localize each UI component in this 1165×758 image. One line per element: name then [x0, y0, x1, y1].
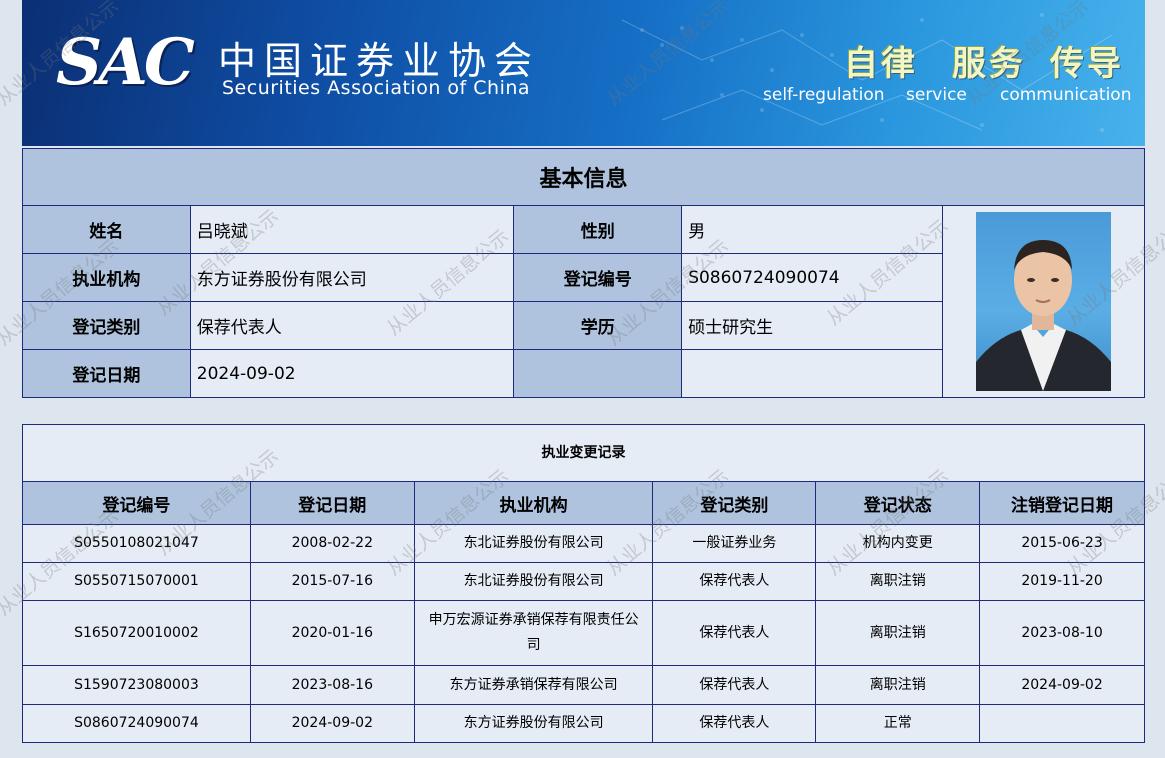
table-cell: 保荐代表人 — [652, 600, 817, 666]
org-label: 执业机构 — [22, 253, 191, 302]
reg-no-label: 登记编号 — [513, 253, 683, 302]
slogan-self-regulation: 自律 — [844, 44, 918, 84]
table-cell: 一般证券业务 — [652, 524, 817, 563]
name-value: 吕晓斌 — [189, 205, 515, 254]
empty-label-cell — [513, 349, 683, 398]
slogan-service: 服务 — [952, 44, 1026, 84]
table-cell: 2024-09-02 — [979, 665, 1145, 705]
table-cell: 离职注销 — [815, 600, 981, 666]
basic-info-title: 基本信息 — [22, 148, 1145, 206]
table-cell: 正常 — [815, 704, 981, 743]
reg-type-label: 登记类别 — [22, 301, 191, 350]
gender-value: 男 — [681, 205, 944, 254]
table-cell: 东北证券股份有限公司 — [413, 524, 654, 563]
table-header-row: 登记编号 登记日期 执业机构 登记类别 登记状态 注销登记日期 — [22, 481, 1145, 525]
table-cell: S0860724090074 — [22, 704, 251, 743]
reg-date-label: 登记日期 — [22, 349, 191, 398]
name-label: 姓名 — [22, 205, 191, 254]
edu-value: 硕士研究生 — [681, 301, 944, 350]
table-cell: 2023-08-16 — [249, 665, 415, 705]
table-cell: 2008-02-22 — [249, 524, 415, 563]
table-cell: 离职注销 — [815, 665, 981, 705]
table-cell — [979, 704, 1145, 743]
table-row: S0550715070001 2015-07-16 东北证券股份有限公司 保荐代表人离… — [22, 562, 1145, 601]
column-header: 登记编号 — [22, 481, 251, 525]
slogan-en-service: service — [906, 85, 967, 105]
reg-date-value: 2024-09-02 — [189, 349, 515, 398]
person-photo-icon — [976, 212, 1112, 391]
table-cell: 2020-01-16 — [249, 600, 415, 666]
slogan-en-communication: communication — [1000, 85, 1132, 105]
table-cell: S0550108021047 — [22, 524, 251, 563]
change-records-title: 执业变更记录 — [22, 424, 1145, 482]
table-cell: 2024-09-02 — [249, 704, 415, 743]
table-cell: 保荐代表人 — [652, 562, 817, 601]
header-banner: SAC 中国证券业协会 Securities Association of Ch… — [22, 0, 1145, 146]
column-header: 注销登记日期 — [979, 481, 1145, 525]
photo-cell — [942, 205, 1145, 398]
edu-label: 学历 — [513, 301, 683, 350]
table-cell: 保荐代表人 — [652, 704, 817, 743]
column-header: 登记类别 — [652, 481, 817, 525]
table-cell: 东方证券股份有限公司 — [413, 704, 654, 743]
table-row: S0860724090074 2024-09-02 东方证券股份有限公司 保荐代表人正… — [22, 704, 1145, 743]
basic-info-table: 基本信息 姓名 吕晓斌 性别 男 执业机构 东方证券股份有限公司 登记编号 S0… — [22, 148, 1145, 398]
table-cell: 2015-07-16 — [249, 562, 415, 601]
association-name-en: Securities Association of China — [222, 77, 531, 99]
reg-no-value: S0860724090074 — [681, 253, 944, 302]
table-cell: 东北证券股份有限公司 — [413, 562, 654, 601]
sac-logo: SAC — [56, 25, 195, 100]
reg-type-value: 保荐代表人 — [189, 301, 515, 350]
table-cell: 机构内变更 — [815, 524, 981, 563]
org-value: 东方证券股份有限公司 — [189, 253, 515, 302]
column-header: 登记状态 — [815, 481, 981, 525]
table-cell: 2015-06-23 — [979, 524, 1145, 563]
table-cell: S1590723080003 — [22, 665, 251, 705]
table-row: S0550108021047 2008-02-22 东北证券股份有限公司 一般证券业务… — [22, 524, 1145, 563]
slogan-communication: 传导 — [1050, 44, 1124, 84]
change-records-table: 执业变更记录 登记编号 登记日期 执业机构 登记类别 登记状态 注销登记日期 S05501… — [22, 424, 1145, 743]
table-row: S1650720010002 2020-01-16 申万宏源证券承销保荐有限责任公司… — [22, 600, 1145, 666]
records-body: S0550108021047 2008-02-22 东北证券股份有限公司 一般证券业务… — [22, 524, 1145, 743]
column-header: 执业机构 — [413, 481, 654, 525]
table-row: S1590723080003 2023-08-16 东方证券承销保荐有限公司 保荐代表… — [22, 665, 1145, 705]
column-header: 登记日期 — [249, 481, 415, 525]
empty-value-cell — [681, 349, 944, 398]
table-cell: 东方证券承销保荐有限公司 — [413, 665, 654, 705]
table-cell: 离职注销 — [815, 562, 981, 601]
gender-label: 性别 — [513, 205, 683, 254]
slogan-en-self-regulation: self-regulation — [763, 85, 885, 105]
table-cell: 2019-11-20 — [979, 562, 1145, 601]
table-cell: S1650720010002 — [22, 600, 251, 666]
table-cell: 2023-08-10 — [979, 600, 1145, 666]
table-cell: S0550715070001 — [22, 562, 251, 601]
table-cell: 申万宏源证券承销保荐有限责任公司 — [413, 600, 654, 666]
table-cell: 保荐代表人 — [652, 665, 817, 705]
